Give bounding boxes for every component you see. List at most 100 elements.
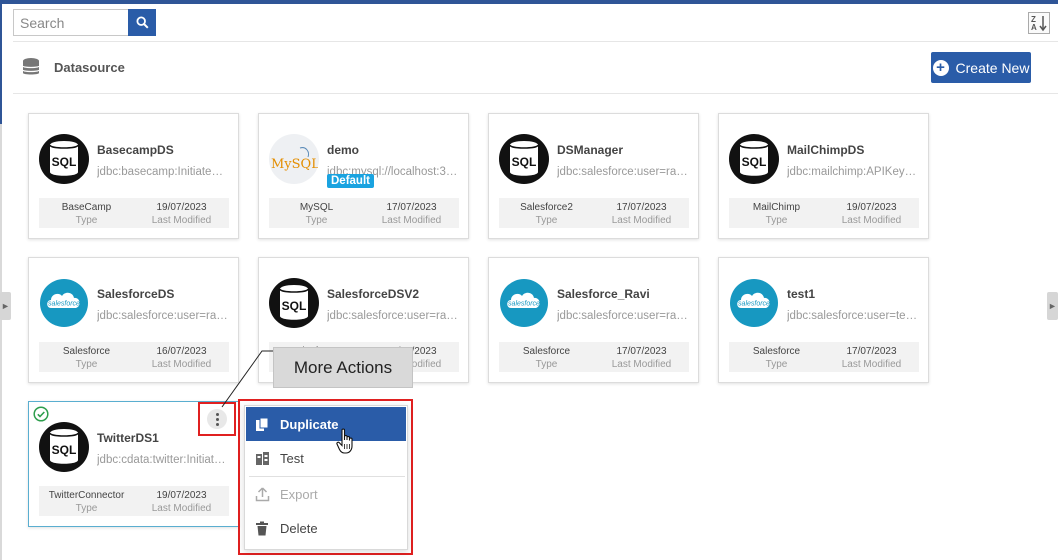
modified-column: 19/07/2023 Last Modified xyxy=(134,486,229,516)
datasource-name: BasecampDS xyxy=(97,143,174,157)
last-modified-label: Last Modified xyxy=(841,215,902,226)
datasource-logo: salesforce xyxy=(39,278,89,328)
actions-menu: Duplicate Test Export Delete xyxy=(244,405,408,550)
sql-logo-text: SQL xyxy=(52,443,77,457)
search-icon xyxy=(135,16,149,29)
menu-item-label: Duplicate xyxy=(280,416,339,432)
datasource-url: jdbc:salesforce:user=test@example.com xyxy=(787,310,920,322)
export-icon xyxy=(254,486,270,502)
datasource-card[interactable]: salesforce Salesforce_Ravi jdbc:salesforce… xyxy=(488,257,699,383)
menu-item-test[interactable]: Test xyxy=(246,441,406,475)
type-column: BaseCamp Type xyxy=(39,198,134,228)
tooltip-text: More Actions xyxy=(293,357,393,377)
last-modified-date: 19/07/2023 xyxy=(156,490,207,501)
left-panel-toggle[interactable]: ► xyxy=(0,292,11,320)
type-column: MySQL Type xyxy=(269,198,364,228)
hand-cursor-icon xyxy=(336,428,353,454)
modified-column: 17/07/2023 Last Modified xyxy=(594,198,689,228)
datasource-url: jdbc:salesforce:user=ravi@example.com xyxy=(557,166,690,178)
datasource-meta: Salesforce Type 17/07/2023 Last Modified xyxy=(729,342,919,372)
kebab-dot xyxy=(215,412,219,416)
last-modified-label: Last Modified xyxy=(381,215,442,226)
type-column: MailChimp Type xyxy=(729,198,824,228)
datasource-type: BaseCamp xyxy=(61,202,112,213)
menu-item-label: Delete xyxy=(280,520,318,536)
mysql-icon: MySQL xyxy=(269,134,319,184)
sql-logo-text: SQL xyxy=(742,155,767,169)
sort-za-icon: Z A xyxy=(1031,15,1047,32)
check-circle-icon xyxy=(33,406,49,422)
datasource-name: demo xyxy=(327,143,360,157)
last-modified-date: 17/07/2023 xyxy=(616,202,667,213)
datasource-card[interactable]: salesforce SalesforceDS jdbc:salesforce:us… xyxy=(28,257,239,383)
mysql-logo-text: MySQL xyxy=(271,157,318,172)
datasource-logo: SQL xyxy=(39,422,89,472)
sql-icon: SQL xyxy=(39,134,89,184)
datasource-logo: SQL xyxy=(499,134,549,184)
sql-icon: SQL xyxy=(729,134,779,184)
datasource-type: Salesforce xyxy=(62,346,111,357)
type-label: Type xyxy=(765,215,788,226)
more-actions-button[interactable] xyxy=(207,409,227,429)
type-label: Type xyxy=(535,215,558,226)
modified-column: 17/07/2023 Last Modified xyxy=(364,198,459,228)
last-modified-date: 17/07/2023 xyxy=(386,202,437,213)
type-label: Type xyxy=(305,215,328,226)
datasource-meta: Salesforce Type 16/07/2023 Last Modified xyxy=(39,342,229,372)
datasource-meta: Salesforce2 Type 17/07/2023 Last Modified xyxy=(499,198,689,228)
copy-icon xyxy=(254,416,270,432)
datasource-card[interactable]: MySQLdemojdbc:mysql://localhost:3306/dem… xyxy=(258,113,469,239)
type-label: Type xyxy=(75,359,98,370)
modified-column: 17/07/2023 Last Modified xyxy=(824,342,919,372)
search-input[interactable] xyxy=(13,9,128,36)
datasource-meta: MailChimp Type 19/07/2023 Last Modified xyxy=(729,198,919,228)
datasource-url: jdbc:salesforce:user=ravi@example.com xyxy=(97,310,230,322)
datasource-type: TwitterConnector xyxy=(48,490,125,501)
search-button[interactable] xyxy=(128,9,156,36)
menu-item-delete[interactable]: Delete xyxy=(246,511,406,545)
datasource-card[interactable]: SQL MailChimpDS jdbc:mailchimp:APIKey=xxxx… xyxy=(718,113,929,239)
left-edge-accent xyxy=(0,4,2,124)
datasource-name: MailChimpDS xyxy=(787,143,865,157)
more-actions-highlight xyxy=(198,402,236,436)
modified-column: 16/07/2023 Last Modified xyxy=(134,342,229,372)
sql-logo-text: SQL xyxy=(282,299,307,313)
database-icon xyxy=(22,58,40,75)
create-new-button[interactable]: + Create New xyxy=(931,52,1031,83)
chevron-right-icon: ► xyxy=(1048,301,1057,311)
modified-column: 19/07/2023 Last Modified xyxy=(134,198,229,228)
top-border xyxy=(0,0,1058,4)
datasource-name: Salesforce_Ravi xyxy=(557,287,650,301)
type-label: Type xyxy=(75,215,98,226)
sql-icon: SQL xyxy=(39,422,89,472)
datasource-card[interactable]: salesforce test1 jdbc:salesforce:user=test… xyxy=(718,257,929,383)
datasource-logo: SQL xyxy=(729,134,779,184)
datasource-url: jdbc:basecamp:InitiateOAuth=GETANDREFRES… xyxy=(97,166,230,178)
datasource-type: Salesforce xyxy=(752,346,801,357)
datasource-logo: salesforce xyxy=(499,278,549,328)
menu-item-duplicate[interactable]: Duplicate xyxy=(246,407,406,441)
sql-logo-text: SQL xyxy=(52,155,77,169)
last-modified-label: Last Modified xyxy=(841,359,902,370)
datasource-type: MySQL xyxy=(299,202,334,213)
right-panel-toggle[interactable]: ► xyxy=(1047,292,1058,320)
last-modified-date: 16/07/2023 xyxy=(156,346,207,357)
datasource-card[interactable]: SQL BasecampDS jdbc:basecamp:InitiateOAuth… xyxy=(28,113,239,239)
datasource-type: MailChimp xyxy=(752,202,801,213)
last-modified-label: Last Modified xyxy=(151,215,212,226)
chevron-right-icon: ► xyxy=(1,301,10,311)
last-modified-label: Last Modified xyxy=(611,359,672,370)
sort-button[interactable]: Z A xyxy=(1028,12,1050,34)
datasource-url: jdbc:cdata:twitter:InitiateOAuth=GETANDR… xyxy=(97,454,230,466)
salesforce-icon: salesforce xyxy=(729,278,779,328)
datasource-meta: Salesforce Type 17/07/2023 Last Modified xyxy=(499,342,689,372)
section-header: Datasource xyxy=(22,57,125,77)
menu-item-export[interactable]: Export xyxy=(246,477,406,511)
last-modified-date: 17/07/2023 xyxy=(846,346,897,357)
last-modified-date: 19/07/2023 xyxy=(846,202,897,213)
menu-item-label: Test xyxy=(280,450,304,466)
kebab-dot xyxy=(215,417,219,421)
datasource-card[interactable]: SQL DSManager jdbc:salesforce:user=ravi@ex… xyxy=(488,113,699,239)
datasource-url: jdbc:mailchimp:APIKey=xxxxxxxx xyxy=(787,166,920,178)
type-label: Type xyxy=(765,359,788,370)
